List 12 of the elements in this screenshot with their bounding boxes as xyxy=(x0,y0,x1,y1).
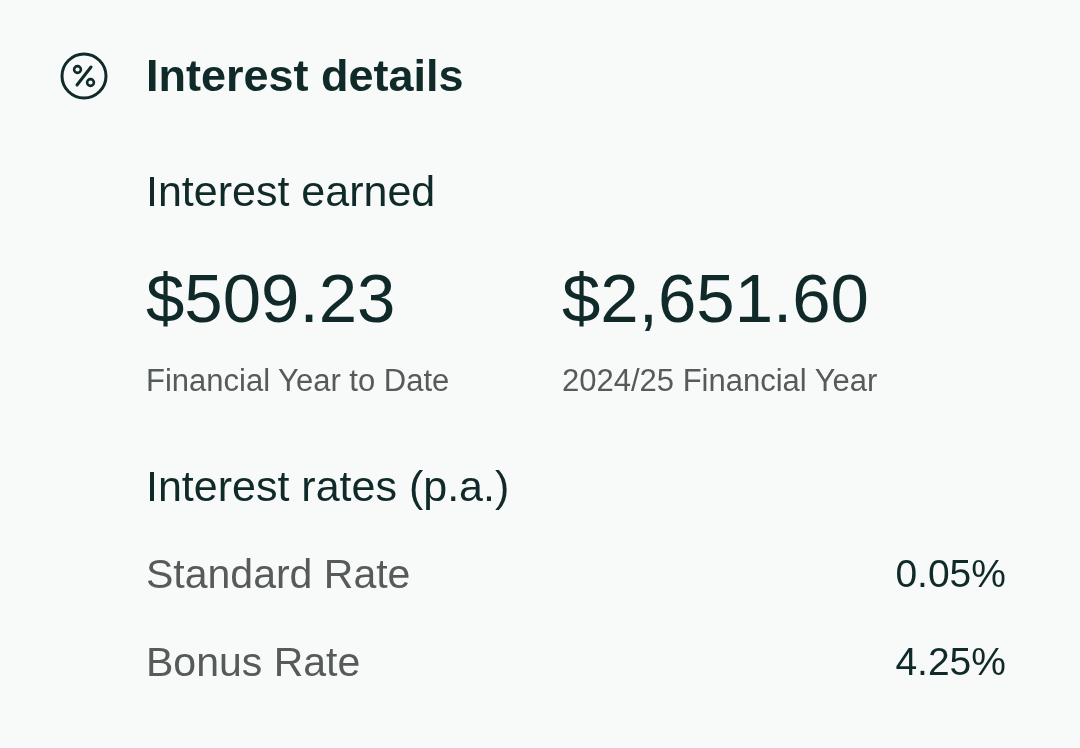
amount-label: 2024/25 Financial Year xyxy=(562,361,878,400)
interest-rates-heading: Interest rates (p.a.) xyxy=(146,460,511,512)
amount-label: Financial Year to Date xyxy=(146,361,451,400)
section-title: Interest details xyxy=(146,49,464,103)
amount-value: $509.23 xyxy=(146,258,397,339)
rate-value: 0.05% xyxy=(895,551,1006,598)
interest-earned-heading: Interest earned xyxy=(146,166,437,217)
rate-label: Bonus Rate xyxy=(146,638,361,688)
amount-value: $2,651.60 xyxy=(562,258,870,339)
rate-label: Standard Rate xyxy=(146,550,411,600)
percent-circle-icon xyxy=(60,52,108,100)
rate-value: 4.25% xyxy=(895,639,1006,686)
